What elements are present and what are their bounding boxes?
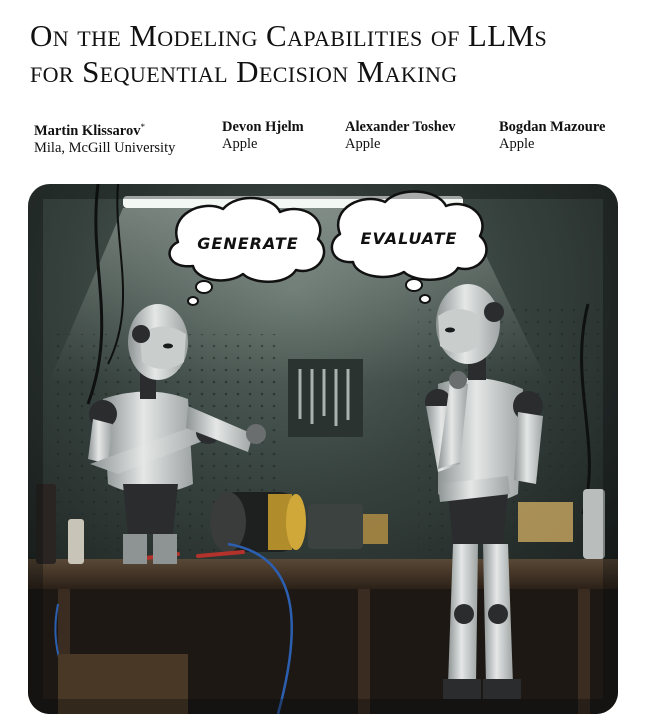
author-1-affiliation: Mila, McGill University bbox=[34, 140, 176, 156]
title-line-2: for Sequential Decision Making bbox=[30, 54, 458, 89]
bubble-evaluate-text: EVALUATE bbox=[361, 229, 458, 248]
author-1-mark: * bbox=[140, 122, 145, 132]
author-3-name: Alexander Toshev bbox=[345, 119, 456, 135]
author-1: Martin Klissarov* Mila, McGill Universit… bbox=[34, 119, 175, 157]
author-1-name: Martin Klissarov bbox=[34, 123, 141, 139]
author-3: Alexander Toshev Apple bbox=[345, 119, 456, 153]
motor bbox=[210, 492, 306, 552]
vise bbox=[308, 504, 363, 549]
title-line-1: On the Modeling Capabilities of LLMs bbox=[30, 18, 548, 53]
author-2-affiliation: Apple bbox=[222, 136, 258, 152]
author-2: Devon Hjelm Apple bbox=[222, 119, 304, 153]
workshop-illustration: GENERATE EVALUATE bbox=[28, 184, 618, 714]
author-4-name: Bogdan Mazoure bbox=[499, 119, 606, 135]
bubble-generate-text: GENERATE bbox=[197, 234, 298, 253]
author-3-affiliation: Apple bbox=[345, 136, 381, 152]
author-4-affiliation: Apple bbox=[499, 136, 535, 152]
paper-title: On the Modeling Capabilities of LLMs for… bbox=[30, 18, 640, 90]
workbench-top bbox=[28, 559, 618, 589]
author-4: Bogdan Mazoure Apple bbox=[499, 119, 605, 153]
author-list: Martin Klissarov* Mila, McGill Universit… bbox=[0, 119, 648, 159]
author-2-name: Devon Hjelm bbox=[222, 119, 304, 135]
two-robots-in-workshop-image: GENERATE EVALUATE bbox=[28, 184, 618, 714]
